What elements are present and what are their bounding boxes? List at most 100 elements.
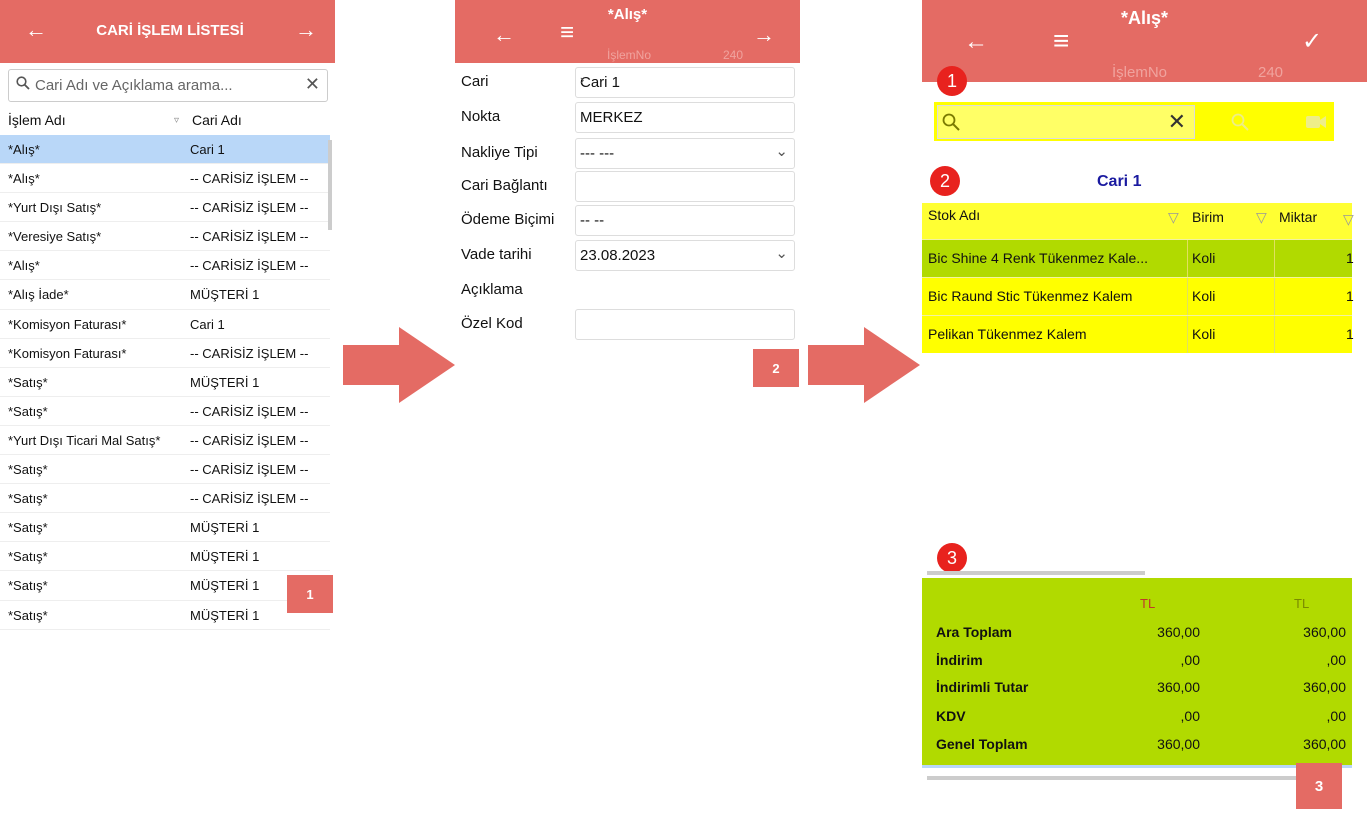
field-label: Ödeme Biçimi bbox=[461, 211, 555, 228]
totals-box: TL TL Ara Toplam 360,00 360,00 İndirim ,00 ,0… bbox=[922, 578, 1352, 765]
list-item[interactable]: *Satış* -- CARİSİZ İŞLEM -- bbox=[0, 484, 330, 514]
input-field[interactable] bbox=[575, 309, 795, 340]
list-item[interactable]: *Komisyon Faturası* Cari 1 bbox=[0, 310, 330, 339]
form-row: Ödeme Biçimi -- -- bbox=[461, 205, 795, 236]
input-field[interactable] bbox=[575, 171, 795, 202]
column-birim[interactable]: Birim bbox=[1192, 209, 1224, 225]
cari-adi: Cari 1 bbox=[190, 142, 225, 157]
menu-icon[interactable]: ≡ bbox=[1053, 27, 1069, 55]
totals-row: İndirimli Tutar 360,00 360,00 bbox=[922, 679, 1352, 701]
search-input[interactable]: Cari Adı ve Açıklama arama... ✕ bbox=[8, 69, 328, 102]
forward-arrow-icon[interactable]: → bbox=[295, 19, 317, 41]
totals-value: ,00 bbox=[1326, 652, 1346, 668]
filter-icon[interactable]: ▽ bbox=[1343, 211, 1354, 228]
islem-no-label: İşlemNo bbox=[1112, 64, 1168, 81]
scrollbar[interactable] bbox=[927, 571, 1145, 575]
birim: Koli bbox=[1192, 326, 1216, 342]
column-stok-adi[interactable]: Stok Adı bbox=[928, 207, 980, 223]
chevron-down-icon: ⌄ bbox=[775, 143, 788, 160]
list-item[interactable]: *Yurt Dışı Ticari Mal Satış* -- CARİSİZ İ… bbox=[0, 426, 330, 456]
header-bar: ← CARİ İŞLEM LİSTESİ → bbox=[0, 0, 335, 63]
field-label: Cari Bağlantı bbox=[461, 177, 548, 194]
cari-adi: MÜŞTERİ 1 bbox=[190, 549, 260, 565]
totals-label: KDV bbox=[936, 708, 966, 724]
list-item[interactable]: *Veresiye Satış* -- CARİSİZ İŞLEM -- bbox=[0, 222, 330, 252]
stock-table: Stok Adı ▽ Birim ▽ Miktar ▽ Bic Shine 4 … bbox=[922, 203, 1354, 353]
cari-adi: MÜŞTERİ 1 bbox=[190, 287, 260, 303]
list-item[interactable]: *Satış* -- CARİSİZ İŞLEM -- bbox=[0, 397, 330, 426]
back-arrow-icon[interactable]: ← bbox=[964, 30, 988, 54]
arrow-right-icon bbox=[343, 327, 455, 403]
miktar: 1 bbox=[1346, 288, 1354, 304]
list-item[interactable]: *Satış* MÜŞTERİ 1 bbox=[0, 542, 330, 572]
scrollbar[interactable] bbox=[328, 140, 332, 230]
clear-icon[interactable]: ✕ bbox=[1168, 109, 1186, 135]
list-item[interactable]: *Komisyon Faturası* -- CARİSİZ İŞLEM -- bbox=[0, 339, 330, 368]
islem-list: *Alış* Cari 1 *Alış* -- CARİSİZ İŞLEM -- *Yu… bbox=[0, 135, 330, 630]
currency-label: TL bbox=[1294, 596, 1310, 611]
barcode-search-input[interactable]: ✕ bbox=[937, 105, 1195, 139]
table-row[interactable]: Bic Raund Stic Tükenmez Kalem Koli 1 bbox=[922, 277, 1354, 315]
back-arrow-icon[interactable]: ← bbox=[25, 19, 47, 41]
list-item[interactable]: *Satış* -- CARİSİZ İŞLEM -- bbox=[0, 455, 330, 485]
input-field[interactable]: Cari 1 › bbox=[575, 67, 795, 98]
table-row[interactable]: Bic Shine 4 Renk Tükenmez Kale... Koli 1 bbox=[922, 239, 1354, 277]
header-bar: ← ≡ *Alış* → İşlemNo 240 bbox=[455, 0, 800, 63]
clear-icon[interactable]: ✕ bbox=[305, 74, 320, 95]
cari-adi: MÜŞTERİ 1 bbox=[190, 374, 260, 390]
filter-icon[interactable]: ▽ bbox=[1256, 209, 1267, 226]
form-row: Açıklama bbox=[461, 275, 791, 305]
search-button-icon[interactable] bbox=[1231, 113, 1249, 136]
scrollbar[interactable] bbox=[927, 776, 1297, 780]
filter-icon[interactable]: ▽ bbox=[1168, 209, 1179, 226]
column-islem-adi[interactable]: İşlem Adı bbox=[8, 112, 66, 128]
islem-adi: *Satış* bbox=[8, 491, 48, 507]
step-badge-3: 3 bbox=[1296, 763, 1342, 809]
search-icon bbox=[16, 76, 30, 94]
step-badge-1: 1 bbox=[287, 575, 333, 613]
list-item[interactable]: *Alış* Cari 1 bbox=[0, 135, 330, 165]
field-value: --- --- bbox=[580, 145, 615, 162]
filter-icon[interactable]: ▿ bbox=[174, 115, 179, 126]
select-field[interactable]: --- --- ⌄ bbox=[575, 138, 795, 169]
table-header: Stok Adı ▽ Birim ▽ Miktar ▽ bbox=[922, 203, 1354, 239]
totals-value: 360,00 bbox=[1303, 679, 1346, 695]
chevron-right-icon: › bbox=[580, 72, 585, 87]
list-item[interactable]: *Satış* MÜŞTERİ 1 bbox=[0, 513, 330, 543]
field-label: Nakliye Tipi bbox=[461, 144, 538, 161]
islem-adi: *Satış* bbox=[8, 607, 48, 623]
field-value: MERKEZ bbox=[580, 109, 643, 126]
islem-no-value: 240 bbox=[1258, 64, 1284, 81]
totals-value: ,00 bbox=[1180, 708, 1200, 724]
search-icon bbox=[942, 113, 960, 136]
column-miktar[interactable]: Miktar bbox=[1279, 209, 1317, 225]
totals-row: Ara Toplam 360,00 360,00 bbox=[922, 624, 1352, 646]
cari-adi: MÜŞTERİ 1 bbox=[190, 520, 260, 536]
cari-adi: -- CARİSİZ İŞLEM -- bbox=[190, 258, 309, 274]
back-arrow-icon[interactable]: ← bbox=[493, 24, 515, 46]
list-item[interactable]: *Satış* MÜŞTERİ 1 bbox=[0, 571, 330, 601]
cari-adi: -- CARİSİZ İŞLEM -- bbox=[190, 229, 309, 245]
field-value: -- -- bbox=[580, 212, 605, 229]
list-item[interactable]: *Yurt Dışı Satış* -- CARİSİZ İŞLEM -- bbox=[0, 193, 330, 223]
list-item[interactable]: *Satış* MÜŞTERİ 1 bbox=[0, 601, 330, 630]
menu-icon[interactable]: ≡ bbox=[560, 21, 574, 45]
input-field[interactable]: MERKEZ bbox=[575, 102, 795, 133]
list-item[interactable]: *Alış İade* MÜŞTERİ 1 bbox=[0, 280, 330, 310]
islem-adi: *Alış* bbox=[8, 171, 40, 187]
list-item[interactable]: *Alış* -- CARİSİZ İŞLEM -- bbox=[0, 164, 330, 194]
arrow-right-icon bbox=[808, 327, 920, 403]
input-field[interactable]: -- -- bbox=[575, 205, 795, 236]
table-row[interactable]: Pelikan Tükenmez Kalem Koli 1 bbox=[922, 315, 1354, 353]
stok-adi: Bic Shine 4 Renk Tükenmez Kale... bbox=[928, 250, 1148, 266]
list-item[interactable]: *Alış* -- CARİSİZ İŞLEM -- bbox=[0, 251, 330, 281]
camera-icon[interactable] bbox=[1306, 115, 1326, 134]
column-cari-adi[interactable]: Cari Adı bbox=[192, 112, 242, 128]
totals-value: 360,00 bbox=[1157, 679, 1200, 695]
check-icon[interactable]: ✓ bbox=[1302, 30, 1322, 54]
select-field[interactable]: 23.08.2023 ⌄ bbox=[575, 240, 795, 271]
list-item[interactable]: *Satış* MÜŞTERİ 1 bbox=[0, 368, 330, 397]
form-row: Cari Cari 1 › bbox=[461, 67, 795, 98]
field-label: Nokta bbox=[461, 108, 501, 125]
forward-arrow-icon[interactable]: → bbox=[753, 24, 775, 46]
